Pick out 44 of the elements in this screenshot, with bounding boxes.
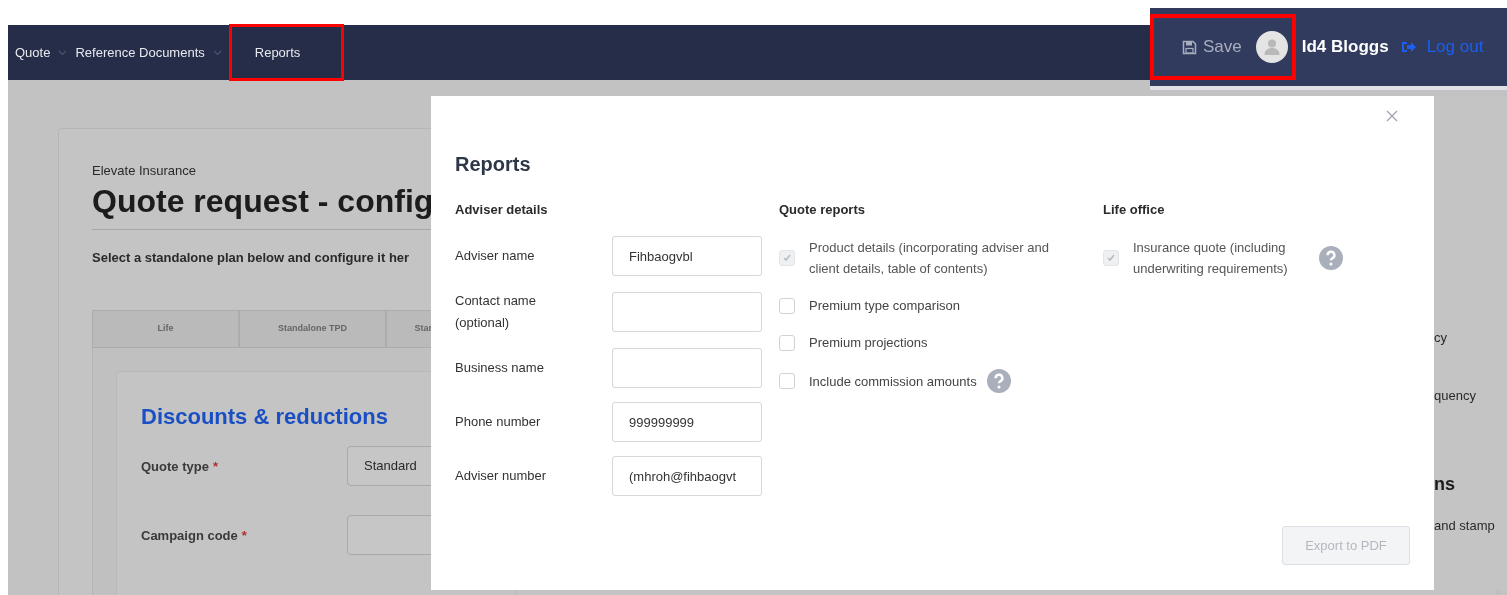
column-heading: Quote reports	[779, 202, 866, 218]
instruction-text: Select a standalone plan below and configure it her	[92, 249, 410, 267]
required-mark: *	[212, 457, 218, 476]
text-fragment: cy	[1434, 329, 1448, 347]
input-field[interactable]: (mhroh@fihbaogvt	[612, 456, 762, 496]
checkbox[interactable]	[779, 297, 795, 314]
input-field[interactable]	[612, 292, 762, 332]
option-label: Insurance quote (including underwriting requirements)	[1133, 239, 1289, 278]
chevron-down-icon	[212, 49, 222, 56]
input-field[interactable]: 999999999	[612, 402, 762, 442]
dialog-title: Reports	[455, 152, 532, 176]
column-heading: Life office	[1103, 202, 1166, 218]
save-button[interactable]: Save	[1182, 34, 1242, 60]
nav-link[interactable]: Quote	[15, 25, 76, 80]
option-label: Premium projections	[809, 334, 928, 352]
checkbox[interactable]	[779, 373, 795, 389]
help-icon[interactable]	[986, 369, 1011, 393]
option-label: Product details (incorporating adviser and client details, table of contents)	[809, 239, 1050, 278]
avatar-icon	[1255, 31, 1288, 63]
checkbox[interactable]	[779, 334, 795, 351]
nav-link[interactable]: Reference Documents	[75, 25, 230, 80]
required-mark: *	[241, 526, 247, 545]
chevron-down-icon	[58, 49, 68, 56]
text-fragment: quency	[1434, 386, 1477, 405]
field-label: Adviser name	[455, 247, 536, 265]
company-name: Elevate Insurance	[92, 163, 197, 179]
option-label: Premium type comparison	[809, 297, 960, 315]
text-fragment: and stamp	[1434, 517, 1496, 535]
text-fragment: ns	[1434, 473, 1456, 496]
field-label: Quote type	[141, 457, 209, 476]
field-label: Contact name (optional)	[455, 292, 537, 332]
close-icon[interactable]	[1386, 110, 1398, 122]
section-title: Discounts & reductions	[141, 402, 388, 431]
page-title: Quote request - config	[92, 182, 434, 221]
column-heading: Adviser details	[455, 202, 549, 218]
logout-icon	[1400, 40, 1417, 54]
field-label: Phone number	[455, 413, 542, 431]
input-field[interactable]	[612, 348, 762, 388]
field-label: Business name	[455, 359, 545, 377]
field-label: Campaign code	[141, 526, 238, 545]
user-name: Id4 Bloggs	[1301, 36, 1389, 59]
input-field[interactable]: Fihbaogvbl	[612, 236, 762, 276]
nav-link[interactable]: Reports	[229, 25, 344, 80]
option-label: Include commission amounts	[809, 372, 977, 391]
